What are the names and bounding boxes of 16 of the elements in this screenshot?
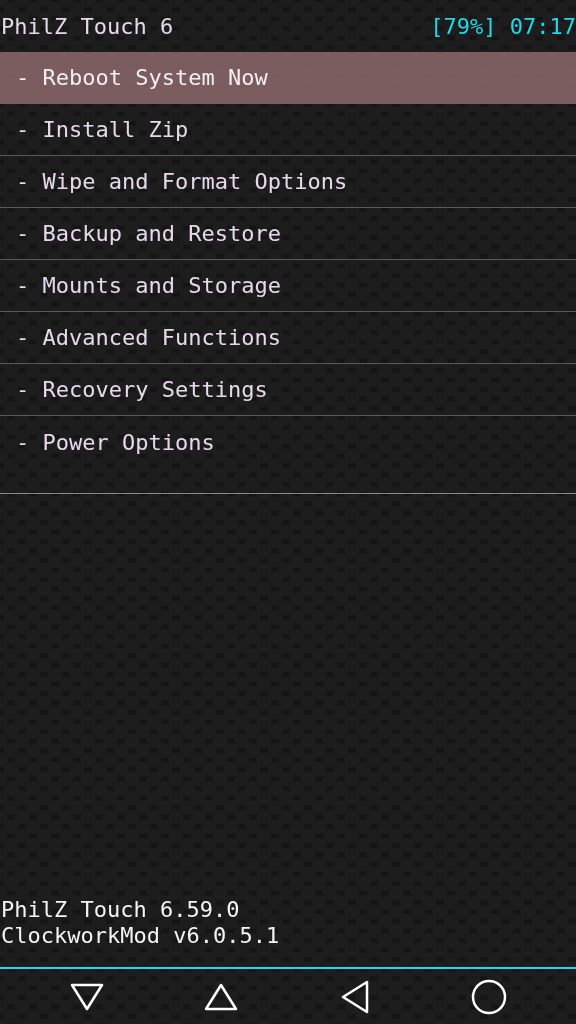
back-icon [340,979,370,1014]
triangle-down-icon [70,981,104,1012]
menu-item[interactable]: - Wipe and Format Options [0,156,576,208]
version-text: PhilZ Touch 6.59.0 [0,897,241,923]
triangle-up-icon [204,981,238,1012]
battery-time-status: [79%] 07:17 [430,13,576,39]
app-title: PhilZ Touch 6 [0,13,174,39]
menu-item[interactable]: - Power Options [0,416,576,468]
menu-item[interactable]: - Install Zip [0,104,576,156]
menu-item[interactable]: - Mounts and Storage [0,260,576,312]
version-text: ClockworkMod v6.0.5.1 [0,923,281,949]
menu-item[interactable]: - Advanced Functions [0,312,576,364]
home-icon [471,978,507,1015]
menu-item[interactable]: - Backup and Restore [0,208,576,260]
menu-item[interactable]: - Reboot System Now [0,52,576,104]
menu-item[interactable]: - Recovery Settings [0,364,576,416]
